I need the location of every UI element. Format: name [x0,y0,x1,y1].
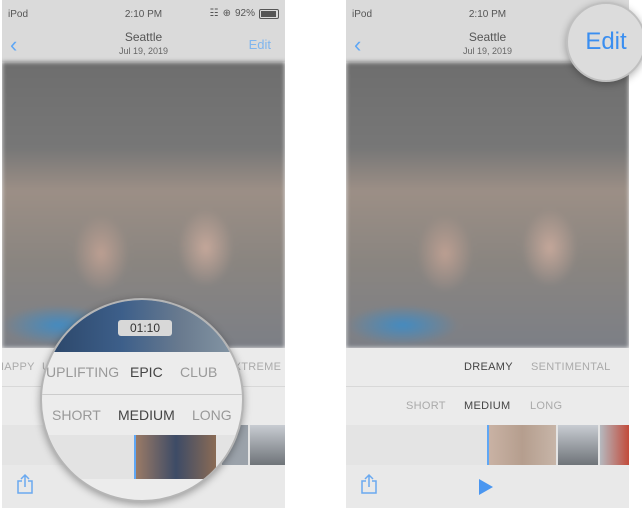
wifi-icon: ☷ [209,8,219,19]
clip-thumbnail[interactable] [600,425,629,465]
nav-title: Seattle [124,30,163,44]
share-icon[interactable] [360,473,378,495]
edit-button-callout[interactable]: Edit [566,2,642,82]
length-option[interactable]: SHORT [52,407,101,423]
mood-option[interactable]: UPLIFTING [46,364,119,380]
length-picker: SHORT MEDIUM LONG [346,387,629,425]
mood-option[interactable]: SENTIMENTAL [531,361,611,373]
play-icon[interactable] [479,479,493,495]
clip-thumbnail[interactable] [250,425,285,465]
length-option[interactable]: LONG [192,407,232,423]
clip-thumbnail [136,435,216,479]
length-option[interactable]: SHORT [406,400,446,412]
nav-bar: ‹ Seattle Jul 19, 2019 Edit [2,28,285,62]
mood-option[interactable]: HAPPY [2,361,35,373]
edit-button[interactable]: Edit [568,28,642,56]
battery-percent: 92% [234,8,255,19]
magnified-mood-picker: UPLIFTING EPIC CLUB [42,352,242,395]
magnified-timeline [42,435,242,479]
mood-picker: DREAMY SENTIMENTAL [346,348,629,387]
battery-icon [259,8,279,19]
bottom-toolbar [346,465,629,508]
mood-option-selected[interactable]: EPIC [130,364,163,380]
duration-label: 01:10 [118,320,172,336]
edit-button[interactable]: Edit [249,37,271,52]
mood-option[interactable]: CLUB [180,364,217,380]
magnifier-callout: 01:10 UPLIFTING EPIC CLUB SHORT MEDIUM L… [40,298,244,502]
nav-subtitle: Jul 19, 2019 [118,46,169,56]
clip-thumbnail[interactable] [558,425,598,465]
magnified-length-picker: SHORT MEDIUM LONG [42,395,242,435]
length-option-selected[interactable]: MEDIUM [118,407,175,423]
orientation-lock-icon: ⊕ [222,8,231,19]
share-icon[interactable] [16,473,34,495]
clip-thumbnail[interactable] [489,425,556,465]
length-option-selected[interactable]: MEDIUM [464,400,510,412]
status-bar: iPod 2:10 PM ☷ ⊕ 92% [2,0,285,28]
clip-timeline[interactable] [346,425,629,465]
mood-option-selected[interactable]: DREAMY [464,361,513,373]
length-option[interactable]: LONG [530,400,562,412]
memory-video-preview[interactable] [346,62,629,348]
